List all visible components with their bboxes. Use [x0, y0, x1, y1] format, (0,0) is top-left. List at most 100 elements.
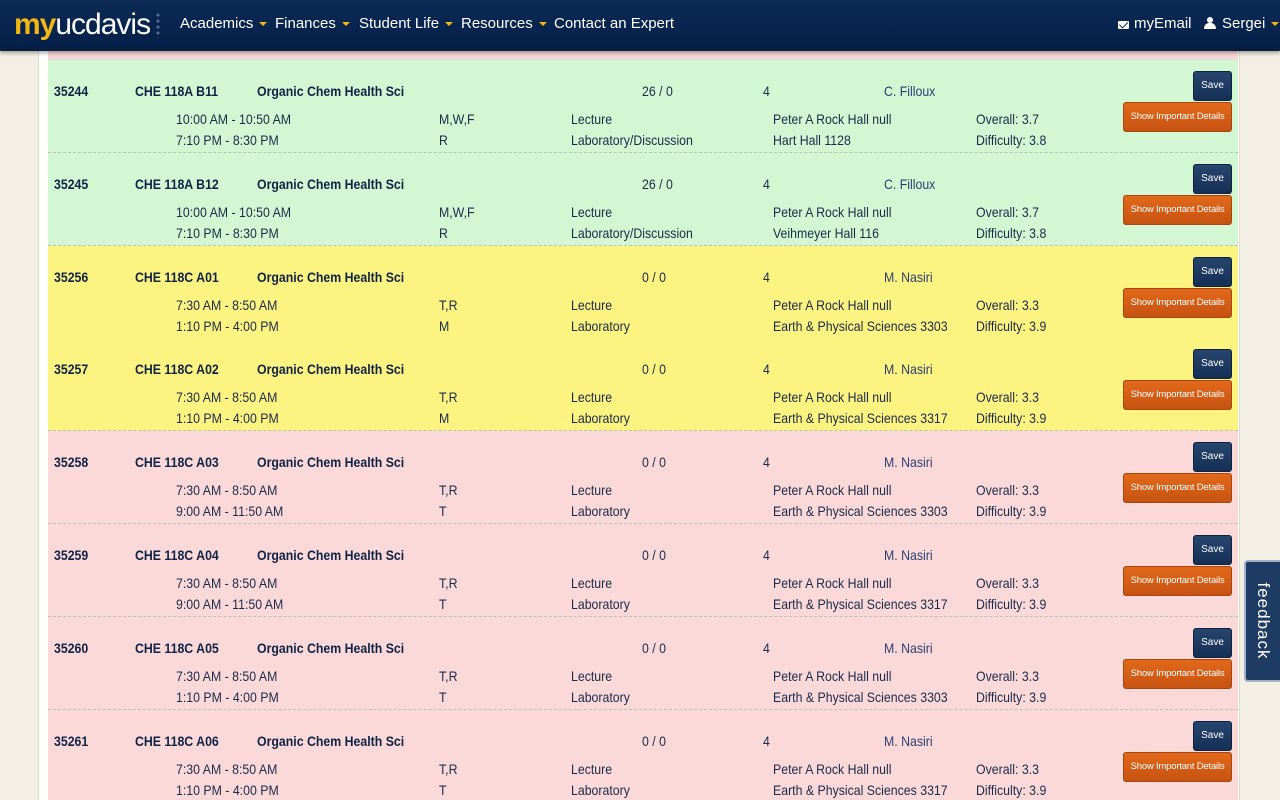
crn: 35260	[54, 640, 89, 656]
nav-myemail[interactable]: myEmail	[1118, 0, 1192, 48]
save-button[interactable]: Save	[1193, 257, 1232, 287]
show-important-details-button[interactable]: Show Important Details	[1123, 102, 1232, 132]
course-title: Organic Chem Health Sci	[257, 361, 405, 377]
meeting-days: T,R	[439, 297, 458, 313]
instructor-link[interactable]: M. Nasiri	[884, 640, 933, 656]
show-important-details-button[interactable]: Show Important Details	[1123, 288, 1232, 318]
meeting-type: Lecture	[571, 761, 613, 777]
nav-contact-expert[interactable]: Contact an Expert	[554, 0, 674, 48]
save-button[interactable]: Save	[1193, 535, 1232, 565]
logo-ucdavis-text: ucdavis	[55, 8, 151, 41]
save-button[interactable]: Save	[1193, 164, 1232, 194]
meeting-days: R	[439, 132, 448, 148]
instructor-link[interactable]: M. Nasiri	[884, 547, 933, 563]
meeting-days: T,R	[439, 482, 458, 498]
save-button[interactable]: Save	[1193, 349, 1232, 379]
overall-rating: Overall: 3.7	[976, 111, 1040, 127]
meeting-location: Peter A Rock Hall null	[773, 482, 892, 498]
meeting-location: Peter A Rock Hall null	[773, 297, 892, 313]
meeting-type: Lecture	[571, 575, 613, 591]
logo-divider-dots	[156, 12, 160, 38]
crn: 35261	[54, 733, 89, 749]
instructor-link[interactable]: C. Filloux	[884, 83, 935, 99]
nav-user-menu[interactable]: Sergei	[1204, 0, 1280, 48]
difficulty-rating: Difficulty: 3.9	[976, 596, 1047, 612]
meeting-time: 7:30 AM - 8:50 AM	[176, 297, 278, 313]
meeting-location: Peter A Rock Hall null	[773, 389, 892, 405]
show-important-details-button[interactable]: Show Important Details	[1123, 380, 1232, 410]
nav-resources[interactable]: Resources	[461, 0, 547, 48]
caret-down-icon	[1271, 22, 1280, 26]
units: 4	[763, 547, 770, 563]
myucdavis-logo[interactable]: myucdavis	[14, 6, 151, 44]
meeting-type: Lecture	[571, 668, 613, 684]
course-code: CHE 118C A04	[135, 547, 219, 563]
difficulty-rating: Difficulty: 3.9	[976, 503, 1047, 519]
meeting-time: 7:30 AM - 8:50 AM	[176, 668, 278, 684]
course-title: Organic Chem Health Sci	[257, 83, 405, 99]
save-button[interactable]: Save	[1193, 442, 1232, 472]
course-title: Organic Chem Health Sci	[257, 547, 405, 563]
difficulty-rating: Difficulty: 3.8	[976, 225, 1047, 241]
seats-available: 0 / 0	[642, 640, 666, 656]
feedback-label: feedback	[1254, 582, 1273, 660]
nav-academics-label: Academics	[180, 15, 254, 32]
save-button[interactable]: Save	[1193, 721, 1232, 751]
instructor-link[interactable]: M. Nasiri	[884, 454, 933, 470]
meeting-type: Lecture	[571, 482, 613, 498]
nav-resources-label: Resources	[461, 15, 533, 32]
meeting-days: T,R	[439, 389, 458, 405]
show-important-details-button[interactable]: Show Important Details	[1123, 473, 1232, 503]
course-code: CHE 118A B12	[135, 176, 219, 192]
units: 4	[763, 454, 770, 470]
meeting-days: T	[439, 503, 447, 519]
meeting-days: M,W,F	[439, 204, 475, 220]
seats-available: 0 / 0	[642, 733, 666, 749]
meeting-days: T	[439, 689, 447, 705]
meeting-type: Laboratory/Discussion	[571, 132, 693, 148]
crn: 35245	[54, 176, 89, 192]
meeting-days: M,W,F	[439, 111, 475, 127]
instructor-link[interactable]: M. Nasiri	[884, 733, 933, 749]
save-button[interactable]: Save	[1193, 628, 1232, 658]
overall-rating: Overall: 3.3	[976, 297, 1040, 313]
meeting-time: 7:30 AM - 8:50 AM	[176, 575, 278, 591]
feedback-tab[interactable]: feedback	[1244, 560, 1280, 682]
meeting-location: Hart Hall 1128	[773, 132, 851, 148]
meeting-type: Lecture	[571, 204, 613, 220]
meeting-type: Laboratory	[571, 782, 630, 798]
show-important-details-button[interactable]: Show Important Details	[1123, 195, 1232, 225]
nav-academics[interactable]: Academics	[180, 0, 268, 48]
meeting-time: 7:30 AM - 8:50 AM	[176, 389, 278, 405]
course-code: CHE 118C A03	[135, 454, 219, 470]
meeting-location: Peter A Rock Hall null	[773, 668, 892, 684]
nav-finances[interactable]: Finances	[275, 0, 350, 48]
envelope-icon	[1118, 21, 1129, 29]
crn: 35258	[54, 454, 89, 470]
meeting-time: 10:00 AM - 10:50 AM	[176, 204, 292, 220]
course-section-row: 35244 CHE 118A B11 Organic Chem Health S…	[48, 60, 1238, 153]
instructor-link[interactable]: M. Nasiri	[884, 361, 933, 377]
show-important-details-button[interactable]: Show Important Details	[1123, 566, 1232, 596]
nav-student-life[interactable]: Student Life	[359, 0, 454, 48]
meeting-days: M	[439, 318, 450, 334]
meeting-type: Lecture	[571, 111, 613, 127]
meeting-time: 7:10 PM - 8:30 PM	[176, 225, 279, 241]
save-button[interactable]: Save	[1193, 71, 1232, 101]
crn: 35257	[54, 361, 89, 377]
course-title: Organic Chem Health Sci	[257, 269, 405, 285]
seats-available: 26 / 0	[642, 83, 673, 99]
meeting-type: Lecture	[571, 389, 613, 405]
show-important-details-button[interactable]: Show Important Details	[1123, 659, 1232, 689]
show-important-details-button[interactable]: Show Important Details	[1123, 752, 1232, 782]
course-code: CHE 118C A05	[135, 640, 219, 656]
overall-rating: Overall: 3.3	[976, 575, 1040, 591]
meeting-type: Laboratory	[571, 596, 630, 612]
instructor-link[interactable]: C. Filloux	[884, 176, 935, 192]
instructor-link[interactable]: M. Nasiri	[884, 269, 933, 285]
meeting-time: 7:10 PM - 8:30 PM	[176, 132, 279, 148]
meeting-type: Laboratory	[571, 410, 630, 426]
meeting-location: Peter A Rock Hall null	[773, 111, 892, 127]
meeting-type: Laboratory	[571, 503, 630, 519]
meeting-time: 10:00 AM - 10:50 AM	[176, 111, 292, 127]
